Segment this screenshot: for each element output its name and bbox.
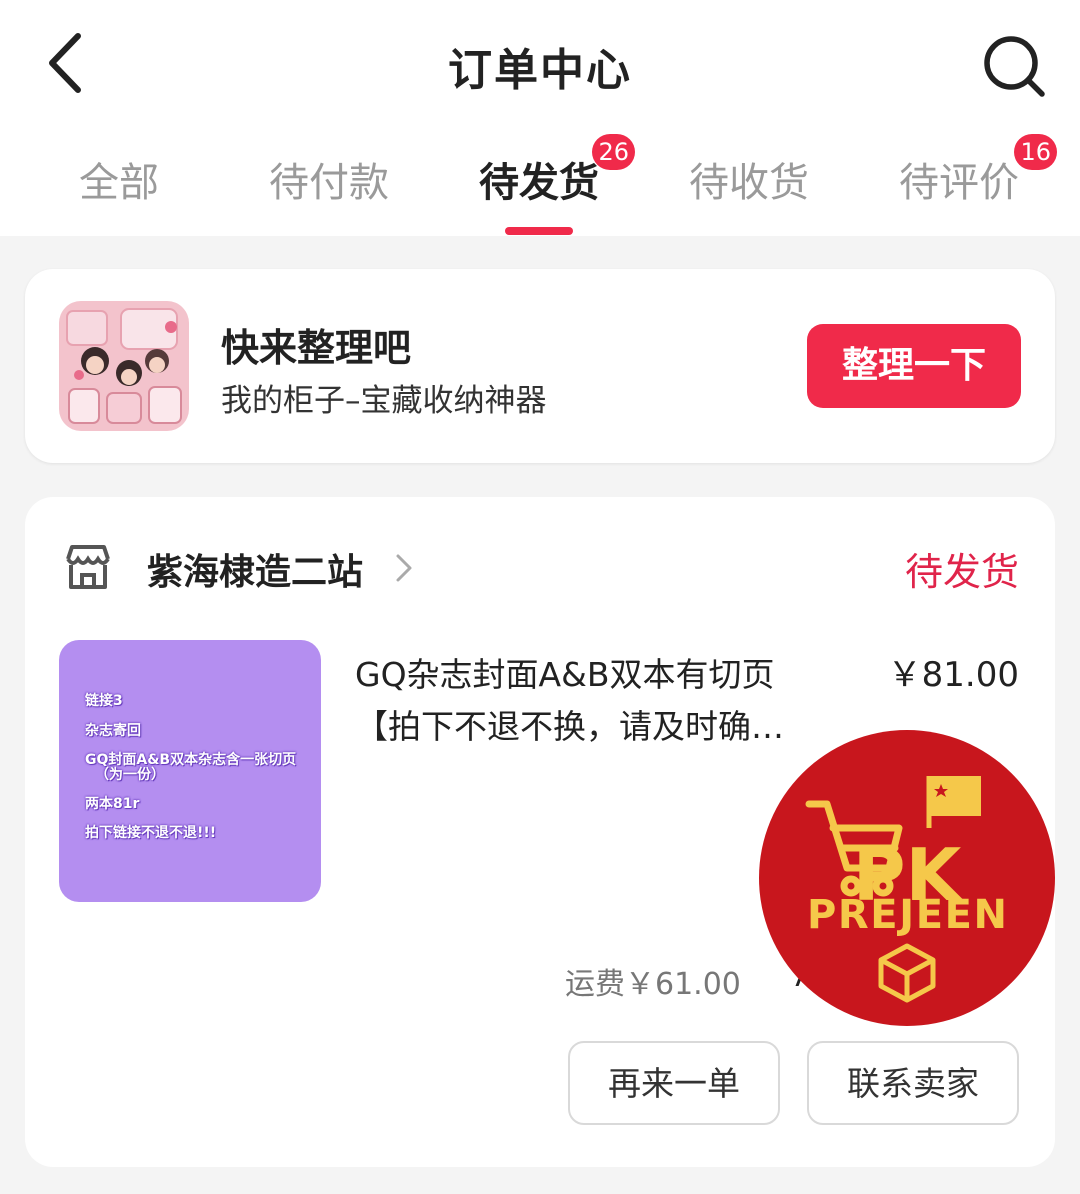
- promo-subtitle: 我的柜子–宝藏收纳神器: [221, 383, 547, 419]
- chevron-right-icon[interactable]: [395, 553, 413, 583]
- promo-image: [59, 301, 189, 431]
- shipping-fee: 运费￥61.00: [565, 967, 741, 1002]
- active-tab-indicator: [505, 227, 573, 235]
- contact-seller-button[interactable]: 联系卖家: [807, 1041, 1019, 1125]
- tab-pending-shipment[interactable]: 待发货 26: [434, 134, 644, 210]
- tab-label: 待评价: [899, 160, 1019, 206]
- product-image[interactable]: 链接3 杂志寄回 GQ封面A&B双本杂志含一张切页 （为一份） 两本81r 拍下…: [59, 640, 321, 902]
- tab-label: 全部: [79, 160, 159, 206]
- top-bar: 订单中心 全部 待付款 待发货 26 待收货 待评价 16: [0, 0, 1080, 236]
- promo-banner: 快来整理吧 我的柜子–宝藏收纳神器 整理一下: [25, 269, 1055, 463]
- thumb-text: 杂志寄回: [85, 723, 141, 739]
- thumb-text: （为一份）: [95, 767, 165, 783]
- product-price: ￥81.00: [887, 655, 1019, 695]
- search-icon[interactable]: [980, 32, 1048, 100]
- thumb-text: 两本81r: [85, 796, 140, 812]
- count-badge: 26: [592, 134, 635, 170]
- thumb-text: 拍下链接不退不退!!!: [85, 825, 217, 841]
- product-title-line: GQ杂志封面A&B双本有切页: [355, 655, 775, 694]
- reorder-button[interactable]: 再来一单: [568, 1041, 780, 1125]
- organize-button[interactable]: 整理一下: [807, 324, 1021, 408]
- page-title: 订单中心: [448, 45, 632, 96]
- thumb-text: 链接3: [85, 693, 123, 709]
- watermark-text: PREJEEN: [807, 892, 1007, 938]
- tab-pending-review[interactable]: 待评价 16: [854, 134, 1064, 210]
- promo-title: 快来整理吧: [221, 326, 412, 370]
- count-badge: 16: [1014, 134, 1057, 170]
- tab-label: 待付款: [269, 160, 389, 206]
- tab-label: 待收货: [689, 160, 809, 206]
- order-status: 待发货: [904, 550, 1019, 594]
- tab-pending-receipt[interactable]: 待收货: [644, 150, 854, 210]
- tab-pending-payment[interactable]: 待付款: [224, 150, 434, 210]
- tab-all[interactable]: 全部: [14, 150, 224, 210]
- watermark-logo: PK PREJEEN: [759, 730, 1055, 1026]
- store-icon[interactable]: [62, 541, 114, 593]
- store-name[interactable]: 紫海棣造二站: [147, 543, 363, 595]
- tab-label: 待发货: [479, 160, 599, 206]
